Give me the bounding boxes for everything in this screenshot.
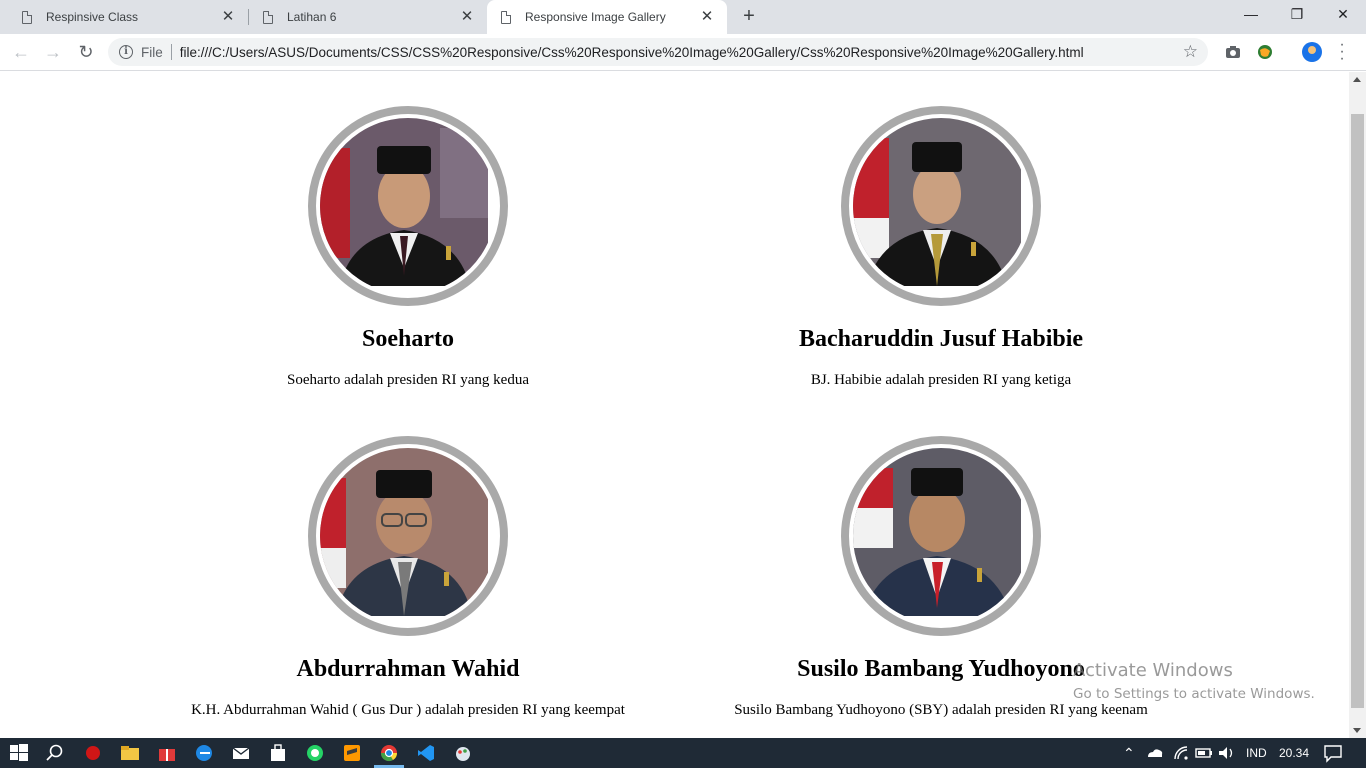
scheme-label: File	[141, 44, 163, 60]
gallery-card-abdurrahman-wahid: Abdurrahman Wahid K.H. Abdurrahman Wahid…	[108, 436, 708, 720]
windows-start-icon[interactable]	[9, 743, 29, 763]
browser-toolbar: ← → ↻ i File file:///C:/Users/ASUS/Docum…	[0, 34, 1366, 71]
president-name: Abdurrahman Wahid	[296, 656, 520, 682]
watermark-title: Activate Windows	[1073, 660, 1233, 681]
new-tab-button[interactable]: +	[738, 5, 760, 27]
camera-extension-icon[interactable]	[1224, 43, 1242, 61]
portrait-frame	[308, 106, 508, 306]
browser-menu-icon[interactable]: · · ·	[1336, 37, 1348, 67]
store-gift-icon[interactable]	[157, 743, 177, 763]
tab-title: Respinsive Class	[46, 10, 139, 24]
tab-title: Latihan 6	[287, 10, 337, 24]
action-center-icon[interactable]	[1323, 743, 1343, 763]
tray-expand-icon[interactable]: ⌃	[1123, 738, 1135, 768]
back-button[interactable]: ←	[9, 40, 33, 64]
portrait-frame	[308, 436, 508, 636]
activation-watermark: Activate Windows Go to Settings to activ…	[1073, 660, 1315, 702]
windows-taskbar: ⌃ IND 20.34	[0, 738, 1366, 768]
globe-extension-icon[interactable]	[1256, 43, 1274, 61]
president-description: K.H. Abdurrahman Wahid ( Gus Dur ) adala…	[191, 702, 625, 718]
document-icon	[22, 10, 32, 24]
omnibox-divider	[170, 44, 172, 60]
edge-browser-icon[interactable]	[194, 743, 214, 763]
sublime-text-icon[interactable]	[342, 743, 362, 763]
president-description: BJ. Habibie adalah presiden RI yang keti…	[810, 372, 1072, 388]
document-icon	[501, 10, 511, 24]
url-text[interactable]: file:///C:/Users/ASUS/Documents/CSS/CSS%…	[180, 45, 1084, 60]
portrait-frame	[841, 436, 1041, 636]
clock-time[interactable]: 20.34	[1279, 738, 1309, 768]
paint-app-icon[interactable]	[453, 743, 473, 763]
gallery-card-habibie: Bacharuddin Jusuf Habibie BJ. Habibie ad…	[641, 106, 1241, 390]
search-icon[interactable]	[45, 743, 65, 763]
reload-button[interactable]: ↻	[74, 40, 98, 64]
vscode-icon[interactable]	[416, 743, 436, 763]
tab-latihan-6[interactable]: Latihan 6 ✕	[249, 0, 487, 34]
restore-button[interactable]: ❐	[1274, 0, 1320, 30]
bookmark-star-icon[interactable]: ☆	[1183, 42, 1198, 62]
profile-avatar[interactable]	[1302, 42, 1322, 62]
page-viewport: Soeharto Soeharto adalah presiden RI yan…	[0, 72, 1349, 738]
wifi-icon[interactable]	[1171, 743, 1191, 763]
tab-title: Responsive Image Gallery	[525, 10, 666, 24]
whatsapp-icon[interactable]	[305, 743, 325, 763]
tab-respinsive-class[interactable]: Respinsive Class ✕	[8, 0, 248, 34]
window-close-button[interactable]: ✕	[1320, 0, 1366, 30]
minimize-button[interactable]: —	[1228, 0, 1274, 30]
portrait-frame	[841, 106, 1041, 306]
close-tab-icon[interactable]: ✕	[220, 9, 236, 25]
president-name: Soeharto	[362, 326, 454, 352]
page-scrollbar[interactable]	[1349, 72, 1366, 738]
scroll-up-arrow-icon[interactable]	[1353, 77, 1361, 82]
chrome-icon[interactable]	[379, 743, 399, 763]
address-bar[interactable]: i File file:///C:/Users/ASUS/Documents/C…	[108, 38, 1208, 66]
scroll-down-arrow-icon[interactable]	[1353, 728, 1361, 733]
portrait-photo-soeharto	[320, 118, 496, 294]
president-description: Susilo Bambang Yudhoyono (SBY) adalah pr…	[734, 702, 1148, 718]
volume-icon[interactable]	[1216, 743, 1236, 763]
close-tab-icon[interactable]: ✕	[699, 9, 715, 25]
tab-responsive-image-gallery[interactable]: Responsive Image Gallery ✕	[487, 0, 727, 34]
tab-strip: Respinsive Class ✕ Latihan 6 ✕ Responsiv…	[0, 0, 1366, 34]
battery-icon[interactable]	[1194, 743, 1214, 763]
store-bag-icon[interactable]	[268, 743, 288, 763]
forward-button[interactable]: →	[41, 40, 65, 64]
gallery-card-soeharto: Soeharto Soeharto adalah presiden RI yan…	[108, 106, 708, 390]
scroll-thumb[interactable]	[1351, 114, 1364, 708]
president-description: Soeharto adalah presiden RI yang kedua	[287, 372, 529, 388]
info-icon[interactable]: i	[119, 45, 133, 59]
game-app-icon[interactable]	[83, 743, 103, 763]
document-icon	[263, 10, 273, 24]
onedrive-sync-icon[interactable]	[1145, 743, 1165, 763]
close-tab-icon[interactable]: ✕	[459, 9, 475, 25]
portrait-photo-abdurrahman-wahid	[320, 448, 496, 624]
portrait-photo-sby	[853, 448, 1029, 624]
president-name: Bacharuddin Jusuf Habibie	[798, 326, 1084, 352]
mail-icon[interactable]	[231, 743, 251, 763]
file-explorer-icon[interactable]	[120, 743, 140, 763]
input-language-indicator[interactable]: IND	[1246, 738, 1267, 768]
portrait-photo-habibie	[853, 118, 1029, 294]
watermark-subtitle: Go to Settings to activate Windows.	[1073, 686, 1315, 702]
